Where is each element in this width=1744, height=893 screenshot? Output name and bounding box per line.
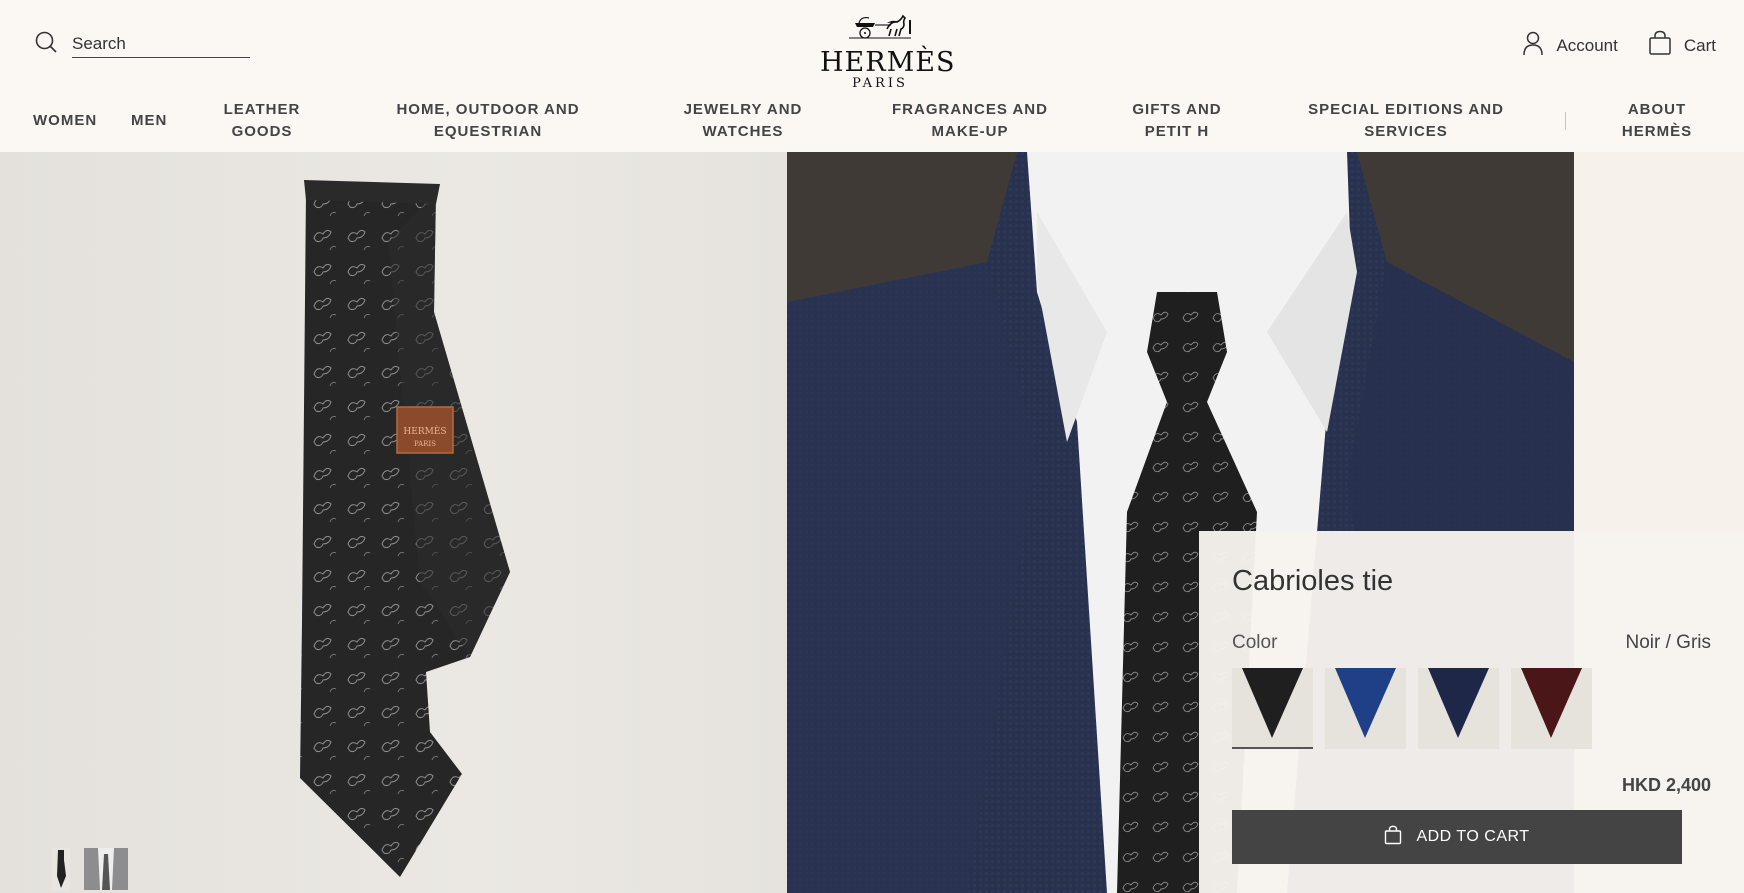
nav-item-women[interactable]: WOMEN (33, 110, 97, 132)
logo-subtitle: PARIS (852, 76, 908, 91)
nav-item-leather-goods[interactable]: LEATHER GOODS (212, 99, 312, 143)
account-label: Account (1556, 35, 1618, 55)
nav-label-line: GIFTS AND (1132, 101, 1222, 118)
thumbnail-worn[interactable] (84, 848, 128, 890)
nav-label-line: HERMÈS (1621, 123, 1693, 140)
nav-item-fragrances[interactable]: FRAGRANCES AND MAKE-UP (880, 99, 1060, 143)
shopping-bag-icon (1648, 30, 1672, 61)
thumbnail-tie[interactable] (52, 848, 70, 890)
nav-label: MEN (131, 112, 168, 129)
nav-label-line: EQUESTRIAN (433, 123, 543, 140)
tie-label-brand: HERMÈS (403, 425, 446, 437)
product-price: HKD 2,400 (1621, 775, 1711, 795)
nav-label-line: FRAGRANCES AND (892, 101, 1048, 118)
nav-label-line: MAKE-UP (931, 123, 1009, 140)
cart-link[interactable]: Cart (1648, 30, 1716, 61)
add-to-cart-label: ADD TO CART (1416, 828, 1530, 845)
account-link[interactable]: Account (1522, 30, 1618, 61)
nav-item-jewelry-watches[interactable]: JEWELRY AND WATCHES (673, 99, 813, 143)
color-row: Color Noir / Gris (1232, 632, 1711, 654)
search-icon[interactable] (34, 30, 58, 59)
color-swatches (1232, 668, 1711, 749)
brand-logo[interactable]: HERMÈS PARIS (820, 12, 956, 91)
nav-label-line: JEWELRY AND (683, 101, 803, 118)
tie-label-sub: PARIS (414, 440, 436, 448)
nav-item-home-outdoor[interactable]: HOME, OUTDOOR AND EQUESTRIAN (383, 99, 593, 143)
nav-label-line: WATCHES (702, 123, 784, 140)
color-label: Color (1232, 632, 1278, 653)
site-header: HERMÈS PARIS Account Cart WOMEN MEN LEAT… (0, 0, 1744, 152)
user-icon (1522, 30, 1544, 61)
nav-label-line: SERVICES (1364, 123, 1448, 140)
add-to-cart-button[interactable]: ADD TO CART (1232, 810, 1682, 864)
nav-divider (1565, 112, 1566, 130)
search-box[interactable] (34, 30, 250, 59)
swatch-blue[interactable] (1325, 668, 1406, 749)
gallery-thumbnails (52, 848, 128, 890)
nav-item-men[interactable]: MEN (131, 110, 167, 132)
nav-label-line: LEATHER (223, 101, 301, 118)
carriage-logo-icon (849, 14, 911, 39)
search-input[interactable] (72, 31, 250, 58)
nav-label-line: HOME, OUTDOOR AND (396, 101, 580, 118)
product-details-panel: Cabrioles tie Color Noir / Gris HKD 2,40… (1199, 531, 1744, 893)
color-value: Noir / Gris (1625, 632, 1712, 653)
nav-label: WOMEN (33, 112, 98, 129)
main-navigation: WOMEN MEN LEATHER GOODS HOME, OUTDOOR AN… (0, 96, 1744, 146)
swatch-navy[interactable] (1418, 668, 1499, 749)
logo-wordmark: HERMÈS (820, 47, 956, 78)
swatch-burgundy[interactable] (1511, 668, 1592, 749)
cart-label: Cart (1683, 35, 1716, 55)
nav-item-special-editions[interactable]: SPECIAL EDITIONS AND SERVICES (1300, 99, 1512, 143)
nav-label-line: GOODS (231, 123, 293, 140)
header-actions: Account Cart (1522, 30, 1716, 61)
nav-item-about[interactable]: ABOUT HERMÈS (1610, 99, 1704, 143)
nav-item-gifts[interactable]: GIFTS AND PETIT H (1122, 99, 1232, 143)
product-image-tie[interactable]: HERMÈS PARIS (0, 152, 787, 893)
shopping-bag-icon (1384, 825, 1402, 850)
product-title: Cabrioles tie (1232, 565, 1394, 597)
swatch-noir-gris[interactable] (1232, 668, 1313, 749)
nav-label-line: ABOUT (1627, 101, 1687, 118)
nav-label-line: PETIT H (1144, 123, 1210, 140)
nav-label-line: SPECIAL EDITIONS AND (1308, 101, 1504, 118)
